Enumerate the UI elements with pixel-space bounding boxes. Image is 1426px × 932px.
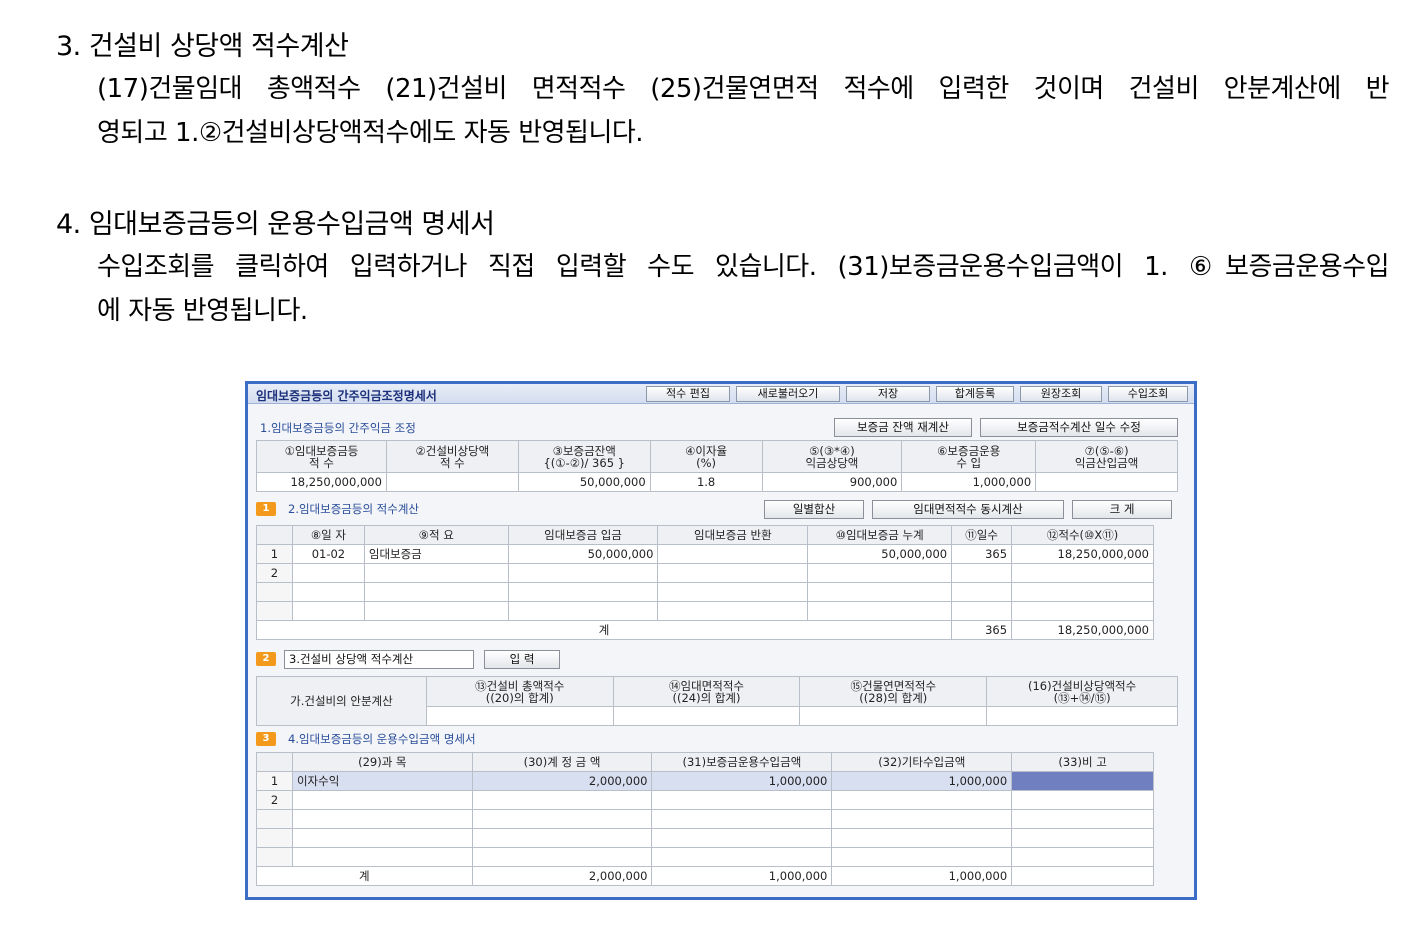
header-inclusion-amount: ⑦(⑤-⑥) 익금산입금액 [1035, 440, 1178, 473]
section-3-line-2: 영되고 1.②건설비상당액적수에도 자동 반영됩니다. [97, 118, 644, 148]
table-row[interactable]: 1 01-02 임대보증금 50,000,000 50,000,000 365 18,2… [256, 544, 1154, 564]
save-button[interactable]: 저장 [846, 386, 930, 402]
table-row[interactable] [256, 582, 1154, 602]
section-4-title: 4.임대보증금등의 운용수입금액 명세서 [288, 732, 476, 746]
enlarge-button[interactable]: 크 게 [1072, 500, 1172, 519]
table-row[interactable]: 2 [256, 563, 1154, 583]
area-accum-button[interactable]: 임대면적적수 동시계산 [872, 500, 1064, 519]
recalc-balance-button[interactable]: 보증금 잔액 재계산 [834, 418, 972, 437]
section-1-title: 1.임대보증금등의 간주익금 조정 [260, 421, 416, 435]
table-row[interactable] [256, 847, 1154, 867]
deposit-adjustment-window: 임대보증금등의 간주익금조정명세서 적수 편집 새로불러오기 저장 합계등록 원… [245, 381, 1197, 900]
section-4-line-1: 수입조회를 클릭하여 입력하거나 직접 입력할 수도 있습니다. (31)보증금… [97, 252, 1390, 282]
header-deposit-return: 임대보증금 반환 [657, 525, 809, 545]
equivalent-gain-value[interactable]: 900,000 [761, 472, 903, 492]
header-floor-area: ⑮건물연면적적수 ((28)의 합계) [799, 676, 988, 707]
daily-sum-button[interactable]: 일별합산 [764, 500, 864, 519]
header-date: ⑧일 자 [291, 525, 365, 545]
rental-area-value[interactable] [612, 706, 801, 726]
header-days: ⑪일수 [951, 525, 1013, 545]
section-4-badge: 3 [256, 732, 276, 746]
section-4-line-2: 에 자동 반영됩니다. [97, 296, 308, 326]
header-accumulation: ⑫적수(⑩X⑪) [1011, 525, 1154, 545]
total-row: 계 365 18,250,000,000 [255, 620, 1154, 640]
table-row[interactable] [256, 809, 1154, 829]
header-remarks: (33)비 고 [1011, 752, 1154, 772]
section-3-title-box: 3.건설비 상당액 적수계산 [284, 650, 474, 669]
section-2-badge: 1 [256, 502, 276, 516]
register-total-button[interactable]: 합계등록 [936, 386, 1014, 402]
header-interest-rate: ④이자율 (%) [649, 440, 763, 473]
header-other-income: (32)기타수입금액 [831, 752, 1013, 772]
deposit-balance-value[interactable]: 50,000,000 [517, 472, 651, 492]
row-number-header [256, 752, 293, 772]
input-button[interactable]: 입 력 [484, 650, 560, 669]
header-deposit-cumulative: ⑩임대보증금 누계 [807, 525, 953, 545]
header-deposit-in: 임대보증금 입금 [507, 525, 659, 545]
remarks-cell-selected[interactable] [1011, 771, 1154, 791]
reload-button[interactable]: 새로불러오기 [736, 386, 840, 402]
operating-income-value[interactable]: 1,000,000 [901, 472, 1037, 492]
row-number-header [256, 525, 293, 545]
section-3-badge: 2 [256, 652, 276, 666]
allocation-row-label: 가.건설비의 안분계산 [256, 676, 427, 726]
table-row[interactable] [256, 828, 1154, 848]
construction-equiv-value[interactable] [986, 706, 1178, 726]
edit-days-button[interactable]: 보증금적수계산 일수 수정 [980, 418, 1178, 437]
floor-area-value[interactable] [799, 706, 988, 726]
income-view-button[interactable]: 수입조회 [1108, 386, 1188, 402]
accumulation-table: ⑧일 자 ⑨적 요 임대보증금 입금 임대보증금 반환 ⑩임대보증금 누계 ⑪일… [255, 525, 1154, 640]
construction-accum-value[interactable] [385, 472, 519, 492]
section-4-title: 4. 임대보증금등의 운용수입금액 명세서 [56, 209, 495, 240]
header-equivalent-gain: ⑤(③*④) 익금상당액 [761, 440, 903, 473]
header-account-amount: (30)계 정 금 액 [471, 752, 653, 772]
total-construction-value[interactable] [425, 706, 614, 726]
construction-cost-table: 가.건설비의 안분계산 ⑬건설비 총액적수 ((20)의 합계) ⑭임대면적적수(… [256, 676, 1178, 726]
header-total-construction: ⑬건설비 총액적수 ((20)의 합계) [425, 676, 614, 707]
header-deposit-income: (31)보증금운용수입금액 [651, 752, 833, 772]
deposit-accum-value[interactable]: 18,250,000,000 [256, 472, 387, 492]
header-construction-equiv: (16)건설비상당액적수 (⑬+⑭/⑮) [986, 676, 1178, 707]
window-title: 임대보증금등의 간주익금조정명세서 [256, 389, 437, 403]
header-deposit-balance: ③보증금잔액 {(①-②)/ 365 } [517, 440, 651, 473]
total-row: 계 2,000,000 1,000,000 1,000,000 [256, 866, 1154, 886]
inclusion-amount-value[interactable] [1035, 472, 1178, 492]
interest-rate-value[interactable]: 1.8 [649, 472, 763, 492]
table-row[interactable]: 2 [256, 790, 1154, 810]
header-deposit-accum: ①임대보증금등 적 수 [256, 440, 387, 473]
table-row[interactable]: 1 이자수익 2,000,000 1,000,000 1,000,000 [256, 771, 1154, 791]
income-table: (29)과 목 (30)계 정 금 액 (31)보증금운용수입금액 (32)기타… [256, 752, 1154, 886]
header-operating-income: ⑥보증금운용 수 입 [901, 440, 1037, 473]
window-titlebar: 임대보증금등의 간주익금조정명세서 적수 편집 새로불러오기 저장 합계등록 원… [248, 384, 1194, 404]
header-construction-accum: ②건설비상당액 적 수 [385, 440, 519, 473]
header-summary: ⑨적 요 [363, 525, 509, 545]
edit-accumulation-button[interactable]: 적수 편집 [646, 386, 730, 402]
section-3-line-1: (17)건물임대 총액적수 (21)건설비 면적적수 (25)건물연면적 적수에… [97, 74, 1390, 104]
section-2-title: 2.임대보증금등의 적수계산 [288, 502, 420, 516]
header-rental-area: ⑭임대면적적수 ((24)의 합계) [612, 676, 801, 707]
section-3-title: 3. 건설비 상당액 적수계산 [56, 31, 349, 62]
ledger-view-button[interactable]: 원장조회 [1020, 386, 1102, 402]
deposit-adjustment-table: ①임대보증금등 적 수 ②건설비상당액 적 수 ③보증금잔액 {(①-②)/ 365 … [256, 440, 1178, 492]
header-account: (29)과 목 [291, 752, 473, 772]
table-row[interactable] [256, 601, 1154, 621]
